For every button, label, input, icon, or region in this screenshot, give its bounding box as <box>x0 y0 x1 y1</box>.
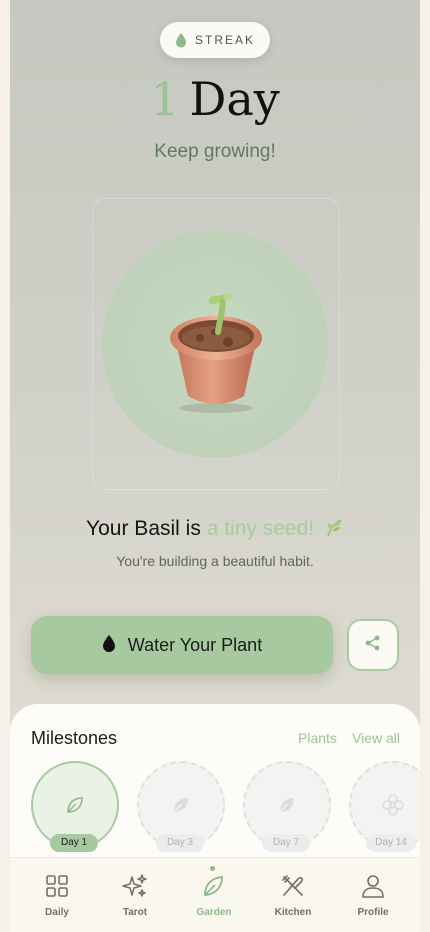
tab-label: Kitchen <box>274 907 312 918</box>
streak-count: 1 <box>150 72 180 126</box>
plant-stage: a tiny seed! <box>206 517 315 540</box>
tab-label: Garden <box>196 907 232 918</box>
streak-badge: STREAK <box>160 22 270 58</box>
active-tab-indicator <box>210 866 215 871</box>
milestones-title: Milestones <box>31 728 118 748</box>
garden-screen: STREAK 1 Day Keep growing! Your Basil is… <box>10 0 420 932</box>
share-icon <box>364 634 382 657</box>
view-all-link[interactable]: View all <box>352 730 400 746</box>
water-plant-label: Water Your Plant <box>127 634 263 655</box>
streak-label: STREAK <box>194 33 255 47</box>
plant-status-prefix: Your Basil is <box>86 517 201 540</box>
bottom-tab-bar: Daily Tarot Garden Kitchen Profile <box>10 857 420 932</box>
seedling-pot-image[interactable] <box>156 284 276 414</box>
tab-tarot[interactable]: Tarot <box>103 872 167 918</box>
milestone-label: Day 7 <box>262 834 310 852</box>
water-drop-icon <box>175 32 187 48</box>
leaf-icon <box>182 872 246 900</box>
encouragement-text: You're building a beautiful habit. <box>116 553 314 569</box>
user-icon <box>341 872 405 900</box>
herb-icon <box>324 518 344 544</box>
milestone-label: Day 1 <box>50 834 98 852</box>
streak-count-title: 1 Day <box>10 72 420 126</box>
tab-daily[interactable]: Daily <box>25 872 89 918</box>
share-button[interactable] <box>347 619 399 671</box>
tab-label: Profile <box>357 907 389 918</box>
tab-garden[interactable]: Garden <box>182 866 246 918</box>
streak-subtitle: Keep growing! <box>154 141 276 162</box>
tab-profile[interactable]: Profile <box>341 872 405 918</box>
sparkles-icon <box>103 872 167 900</box>
milestone-label: Day 14 <box>366 834 416 852</box>
tab-label: Tarot <box>122 907 148 918</box>
milestone-label: Day 3 <box>156 834 204 852</box>
utensils-icon <box>261 872 325 900</box>
water-drop-icon <box>102 634 116 657</box>
streak-unit: Day <box>189 72 280 126</box>
tab-label: Daily <box>45 907 69 918</box>
plants-link[interactable]: Plants <box>298 730 337 746</box>
plant-status-sentence: Your Basil is a tiny seed! <box>10 517 420 544</box>
water-plant-button[interactable]: Water Your Plant <box>31 616 333 674</box>
tab-kitchen[interactable]: Kitchen <box>261 872 325 918</box>
grid-icon <box>25 872 89 900</box>
